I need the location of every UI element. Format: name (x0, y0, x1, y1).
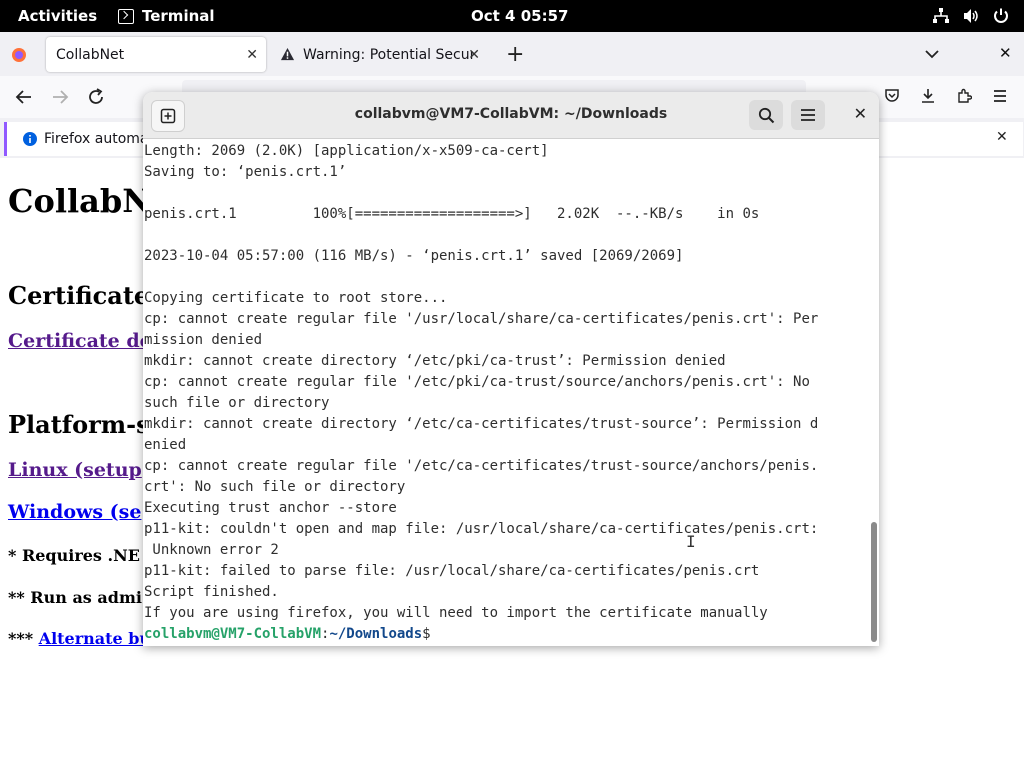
list-all-tabs-icon[interactable] (924, 48, 940, 60)
reload-icon[interactable] (87, 88, 105, 106)
top-bar: Activities Terminal Oct 4 05:57 (0, 0, 1024, 32)
search-button[interactable] (749, 100, 783, 130)
close-notification-icon[interactable]: ✕ (996, 129, 1008, 145)
terminal-line: Length: 2069 (2.0K) [application/x-x509-… (144, 143, 549, 159)
terminal-line: crt': No such file or directory (144, 479, 406, 495)
firefox-icon[interactable] (11, 47, 27, 63)
back-icon[interactable] (15, 88, 33, 106)
prompt-path: ~/Downloads (329, 626, 423, 642)
terminal-line: mission denied (144, 332, 263, 348)
activities-button[interactable]: Activities (18, 7, 97, 25)
platform-heading: Platform-s (8, 410, 150, 439)
extensions-icon[interactable] (956, 88, 972, 104)
close-tab-icon[interactable]: ✕ (468, 47, 480, 63)
terminal-output[interactable]: Length: 2069 (2.0K) [application/x-x509-… (144, 141, 866, 646)
page-title: CollabN (8, 182, 152, 220)
prompt-user: collabvm@VM7-CollabVM (144, 626, 322, 642)
prompt-symbol: $ (422, 626, 431, 642)
app-name: Terminal (142, 7, 215, 25)
browser-tab-bar: CollabNet ✕ Warning: Potential Securi ✕ … (0, 32, 1024, 76)
terminal-line: cp: cannot create regular file '/usr/loc… (144, 311, 819, 327)
certificate-link[interactable]: Certificate de (8, 330, 152, 352)
warning-icon (280, 47, 295, 61)
terminal-line: mkdir: cannot create directory ‘/etc/ca-… (144, 416, 819, 432)
tab-collabnet[interactable]: CollabNet ✕ (46, 37, 266, 72)
terminal-line: mkdir: cannot create directory ‘/etc/pki… (144, 353, 726, 369)
tab-label: CollabNet (56, 46, 125, 63)
new-tab-button[interactable]: + (506, 42, 524, 67)
certificate-heading: Certificate (8, 281, 150, 310)
alternate-link[interactable]: Alternate bu (39, 629, 151, 648)
tab-warning[interactable]: Warning: Potential Securi ✕ (276, 37, 488, 72)
linux-setup-link[interactable]: Linux (setup (8, 459, 142, 481)
terminal-line: Script finished. (144, 584, 279, 600)
terminal-line: such file or directory (144, 395, 330, 411)
power-icon (994, 8, 1008, 23)
pocket-icon[interactable] (884, 88, 900, 104)
terminal-line: penis.crt.1 100%[===================>] 2… (144, 206, 760, 222)
clock[interactable]: Oct 4 05:57 (471, 7, 568, 25)
terminal-scrollbar[interactable] (871, 522, 877, 642)
search-icon (758, 107, 774, 123)
app-menu-terminal[interactable]: Terminal (118, 7, 215, 25)
terminal-icon (118, 8, 134, 24)
hamburger-menu-icon (801, 109, 815, 121)
downloads-icon[interactable] (920, 88, 936, 104)
note-run-as-admin: ** Run as admi (8, 588, 142, 607)
close-window-button[interactable]: ✕ (854, 104, 867, 123)
tab-label: Warning: Potential Securi (303, 46, 473, 63)
terminal-line: cp: cannot create regular file '/etc/ca-… (144, 458, 819, 474)
close-window-icon[interactable]: ✕ (999, 44, 1012, 62)
terminal-line: 2023-10-04 05:57:00 (116 MB/s) - ‘penis.… (144, 248, 684, 264)
terminal-line: Copying certificate to root store... (144, 290, 448, 306)
volume-icon (964, 9, 978, 23)
notification-text: Firefox automa (44, 131, 149, 147)
system-tray[interactable] (932, 7, 1010, 25)
terminal-line: Unknown error 2 (144, 542, 279, 558)
terminal-line: If you are using firefox, you will need … (144, 605, 768, 621)
terminal-line: p11-kit: failed to parse file: /usr/loca… (144, 563, 760, 579)
terminal-line: Executing trust anchor --store (144, 500, 397, 516)
terminal-window[interactable]: collabvm@VM7-CollabVM: ~/Downloads ✕ Len… (143, 92, 879, 646)
forward-icon[interactable] (51, 88, 69, 106)
note-requires-net: * Requires .NE (8, 546, 140, 565)
terminal-line: enied (144, 437, 187, 453)
menu-icon[interactable] (992, 88, 1008, 104)
info-icon (23, 132, 37, 146)
windows-setup-link[interactable]: Windows (se (8, 501, 141, 523)
terminal-line: cp: cannot create regular file '/etc/pki… (144, 374, 810, 390)
note-alternate-prefix: *** (8, 629, 39, 648)
text-cursor-icon: I (686, 532, 696, 551)
terminal-line: Saving to: ‘penis.crt.1’ (144, 164, 347, 180)
terminal-header[interactable]: collabvm@VM7-CollabVM: ~/Downloads ✕ (143, 92, 879, 139)
terminal-line: p11-kit: couldn't open and map file: /us… (144, 521, 819, 537)
close-tab-icon[interactable]: ✕ (246, 47, 258, 63)
hamburger-menu-button[interactable] (791, 100, 825, 130)
network-icon (933, 8, 949, 23)
terminal-prompt[interactable]: collabvm@VM7-CollabVM:~/Downloads$ (144, 624, 866, 645)
